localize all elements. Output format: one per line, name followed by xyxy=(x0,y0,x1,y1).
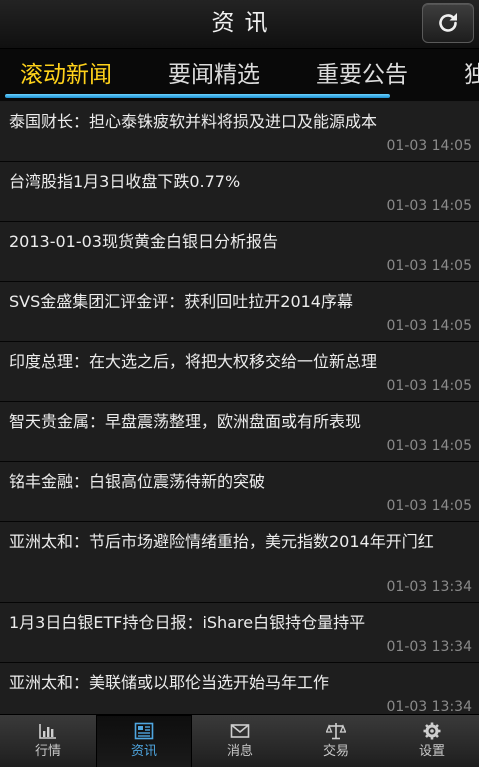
news-time: 01-03 14:05 xyxy=(386,258,472,274)
top-bar: 资讯 xyxy=(0,0,479,49)
list-item[interactable]: 铭丰金融：白银高位震荡待新的突破 01-03 14:05 xyxy=(0,462,479,522)
tab-indicator xyxy=(5,94,390,98)
news-title: SVS金盛集团汇评金评：获利回吐拉开2014序幕 xyxy=(9,292,353,311)
nav-news[interactable]: 资讯 xyxy=(96,715,192,767)
nav-label: 消息 xyxy=(226,744,253,759)
news-title: 2013-01-03现货黄金白银日分析报告 xyxy=(9,232,278,251)
tab-partial-next[interactable]: 独 xyxy=(464,59,479,91)
news-title: 铭丰金融：白银高位震荡待新的突破 xyxy=(9,472,266,491)
news-time: 01-03 13:34 xyxy=(386,699,472,714)
list-item[interactable]: 印度总理：在大选之后，将把大权移交给一位新总理 01-03 14:05 xyxy=(0,342,479,402)
bottom-nav: 行情 资讯 消息 交易 设置 xyxy=(0,714,479,767)
app-root: 资讯 滚动新闻 要闻精选 重要公告 独 泰国财长：担心泰铢疲软并料将损及进口及能… xyxy=(0,0,479,767)
news-time: 01-03 14:05 xyxy=(386,378,472,394)
news-title: 台湾股指1月3日收盘下跌0.77% xyxy=(9,172,241,191)
list-item[interactable]: 1月3日白银ETF持仓日报：iShare白银持仓量持平 01-03 13:34 xyxy=(0,603,479,663)
envelope-icon xyxy=(230,724,250,738)
nav-label: 行情 xyxy=(34,744,61,759)
news-time: 01-03 14:05 xyxy=(386,318,472,334)
news-time: 01-03 14:05 xyxy=(386,498,472,514)
news-time: 01-03 14:05 xyxy=(386,138,472,154)
page-title: 资讯 xyxy=(211,10,278,36)
news-time: 01-03 14:05 xyxy=(386,198,472,214)
nav-trade[interactable]: 交易 xyxy=(288,715,384,767)
news-title: 亚洲太和：节后市场避险情绪重抬，美元指数2014年开门红 xyxy=(9,532,434,551)
news-title: 亚洲太和：美联储或以耶伦当选开始马年工作 xyxy=(9,673,330,692)
list-item[interactable]: SVS金盛集团汇评金评：获利回吐拉开2014序幕 01-03 14:05 xyxy=(0,282,479,342)
nav-label: 交易 xyxy=(322,744,349,759)
list-item[interactable]: 亚洲太和：节后市场避险情绪重抬，美元指数2014年开门红 01-03 13:34 xyxy=(0,522,479,603)
list-item[interactable]: 亚洲太和：美联储或以耶伦当选开始马年工作 01-03 13:34 xyxy=(0,663,479,714)
list-item[interactable]: 泰国财长：担心泰铢疲软并料将损及进口及能源成本 01-03 14:05 xyxy=(0,102,479,162)
news-icon xyxy=(134,722,154,740)
bar-chart-icon xyxy=(39,724,56,739)
list-item[interactable]: 智天贵金属：早盘震荡整理，欧洲盘面或有所表现 01-03 14:05 xyxy=(0,402,479,462)
refresh-button[interactable] xyxy=(422,3,474,43)
news-tabs: 滚动新闻 要闻精选 重要公告 独 xyxy=(0,49,479,101)
gear-icon xyxy=(423,722,441,740)
nav-settings[interactable]: 设置 xyxy=(384,715,479,767)
list-item[interactable]: 2013-01-03现货黄金白银日分析报告 01-03 14:05 xyxy=(0,222,479,282)
news-title: 1月3日白银ETF持仓日报：iShare白银持仓量持平 xyxy=(9,613,366,632)
tab-scroll-news[interactable]: 滚动新闻 xyxy=(20,59,112,91)
refresh-icon xyxy=(439,13,457,32)
nav-label: 设置 xyxy=(418,744,445,759)
news-title: 泰国财长：担心泰铢疲软并料将损及进口及能源成本 xyxy=(9,112,378,131)
nav-messages[interactable]: 消息 xyxy=(192,715,288,767)
news-title: 印度总理：在大选之后，将把大权移交给一位新总理 xyxy=(9,352,378,371)
scales-icon xyxy=(326,723,346,740)
nav-quotes[interactable]: 行情 xyxy=(0,715,96,767)
news-list[interactable]: 泰国财长：担心泰铢疲软并料将损及进口及能源成本 01-03 14:05 台湾股指… xyxy=(0,102,479,714)
list-item[interactable]: 台湾股指1月3日收盘下跌0.77% 01-03 14:05 xyxy=(0,162,479,222)
news-title: 智天贵金属：早盘震荡整理，欧洲盘面或有所表现 xyxy=(9,412,362,431)
news-time: 01-03 13:34 xyxy=(386,639,472,655)
tab-announcements[interactable]: 重要公告 xyxy=(316,59,408,91)
nav-label: 资讯 xyxy=(130,744,157,759)
news-time: 01-03 13:34 xyxy=(386,579,472,595)
news-time: 01-03 14:05 xyxy=(386,438,472,454)
tab-featured-news[interactable]: 要闻精选 xyxy=(168,59,260,91)
